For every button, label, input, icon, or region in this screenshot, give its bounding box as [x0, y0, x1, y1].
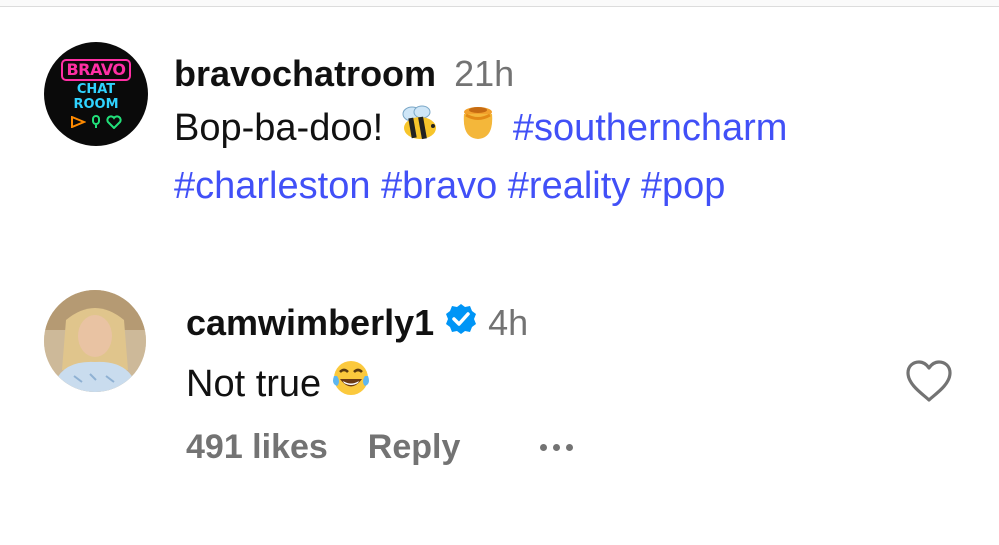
comment-text-row: Not true [186, 358, 886, 410]
caption-text: Bop-ba-doo! [174, 107, 384, 149]
top-divider [0, 0, 999, 7]
hashtag-link[interactable]: #reality [508, 165, 631, 207]
more-options-icon[interactable] [540, 444, 574, 451]
comment-text: Not true [186, 363, 322, 405]
avatar-logo-text-bottom: ROOM [73, 97, 119, 112]
like-count[interactable]: 491 likes [186, 428, 328, 467]
bee-emoji-icon [398, 102, 440, 158]
hashtag-link[interactable]: #southerncharm [513, 107, 788, 149]
camwimberly1-avatar[interactable] [44, 290, 146, 392]
post-header: bravochatroom 21h [174, 54, 934, 94]
comment-meta-row: 491 likes Reply [186, 428, 574, 467]
avatar-logo-text-top: BRAVO [61, 59, 131, 81]
comment-header: camwimberly1 4h [186, 302, 886, 344]
reply-button[interactable]: Reply [368, 428, 461, 467]
heart-neon-icon [106, 115, 122, 129]
mic-icon [92, 115, 100, 128]
laughing-tears-emoji-icon [331, 358, 371, 410]
heart-icon[interactable] [904, 358, 954, 404]
honey-pot-emoji-icon [458, 102, 498, 158]
hashtag-link[interactable]: #charleston [174, 165, 370, 207]
hashtag-link[interactable]: #pop [641, 165, 726, 207]
post-timestamp[interactable]: 21h [454, 54, 514, 94]
comment-timestamp[interactable]: 4h [488, 303, 528, 343]
play-icon [71, 116, 86, 128]
comment-body: camwimberly1 4h Not true [186, 302, 886, 410]
post-caption-text: Bop-ba-doo! #southerncharm #charleston #… [174, 100, 934, 214]
avatar-logo-icons [70, 115, 122, 129]
post-username[interactable]: bravochatroom [174, 54, 436, 94]
bravochatroom-avatar[interactable]: BRAVO CHAT ROOM [44, 42, 148, 146]
hashtag-link[interactable]: #bravo [381, 165, 497, 207]
avatar-logo-text-mid: CHAT [76, 82, 116, 97]
verified-badge-icon [444, 302, 478, 344]
comment-username[interactable]: camwimberly1 [186, 303, 434, 343]
post-body: bravochatroom 21h Bop-ba-doo! #southernc… [174, 54, 934, 214]
